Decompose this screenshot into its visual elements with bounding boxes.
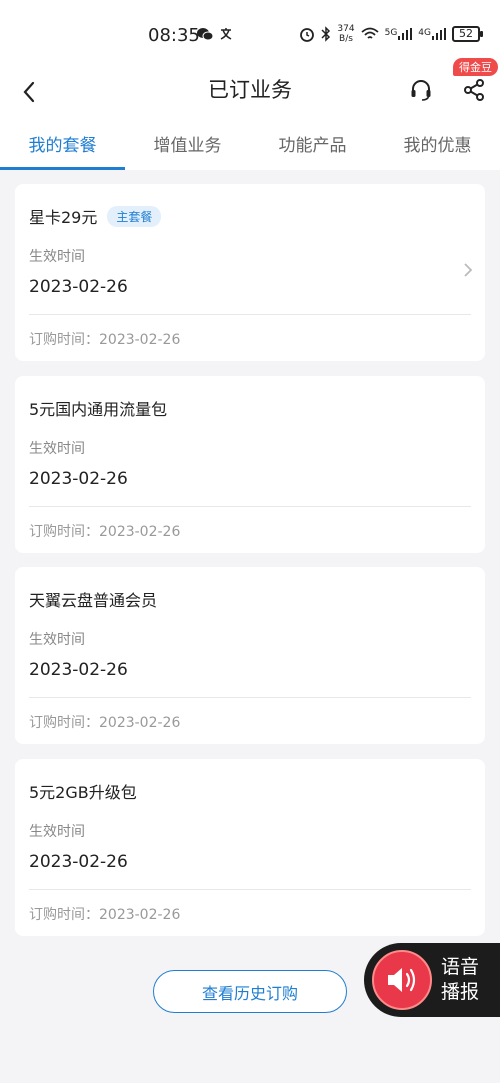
- effective-date: 2023-02-26: [29, 660, 128, 680]
- tab-my-discounts[interactable]: 我的优惠: [375, 122, 500, 170]
- card-title: 5元2GB升级包: [29, 783, 137, 802]
- divider: [29, 697, 471, 698]
- plan-card: 5元2GB升级包 生效时间 2023-02-26 订购时间：2023-02-26: [15, 759, 485, 936]
- order-time: 订购时间：2023-02-26: [29, 524, 181, 540]
- plan-card: 5元国内通用流量包 生效时间 2023-02-26 订购时间：2023-02-2…: [15, 376, 485, 553]
- speaker-icon: [388, 968, 416, 992]
- share-icon: [464, 79, 484, 101]
- effective-label: 生效时间: [29, 824, 85, 840]
- card-title: 星卡29元: [29, 208, 98, 227]
- tab-function-products[interactable]: 功能产品: [250, 122, 375, 170]
- status-bar: 08:35 374 B/s 5G 4G 52: [0, 0, 500, 70]
- share-button[interactable]: [458, 74, 490, 106]
- alarm-icon: [300, 28, 315, 42]
- tab-my-plan[interactable]: 我的套餐: [0, 122, 125, 170]
- translate-icon: [220, 28, 232, 40]
- nav-bar: 已订业务 得金豆: [0, 58, 500, 122]
- customer-service-button[interactable]: [405, 74, 437, 106]
- effective-label: 生效时间: [29, 249, 85, 265]
- view-history-button[interactable]: 查看历史订购: [153, 970, 347, 1013]
- gold-bean-badge[interactable]: 得金豆: [453, 58, 498, 76]
- card-title: 天翼云盘普通会员: [29, 591, 158, 610]
- headset-icon: [411, 80, 431, 101]
- tab-value-added[interactable]: 增值业务: [125, 122, 250, 170]
- order-time: 订购时间：2023-02-26: [29, 715, 181, 731]
- order-time: 订购时间：2023-02-26: [29, 332, 181, 348]
- tab-bar: 我的套餐 增值业务 功能产品 我的优惠: [0, 122, 500, 170]
- chevron-right-icon: [464, 263, 473, 277]
- signal-4g-icon: 4G: [418, 28, 446, 40]
- voice-broadcast-button[interactable]: 语音 播报: [364, 943, 500, 1017]
- card-title: 5元国内通用流量包: [29, 400, 168, 419]
- effective-date: 2023-02-26: [29, 277, 128, 297]
- divider: [29, 889, 471, 890]
- main-plan-tag: 主套餐: [107, 205, 162, 227]
- voice-label-line1: 语音: [441, 956, 480, 978]
- network-speed: 374 B/s: [337, 24, 355, 44]
- bluetooth-icon: [321, 26, 331, 42]
- divider: [29, 506, 471, 507]
- plan-card: 天翼云盘普通会员 生效时间 2023-02-26 订购时间：2023-02-26: [15, 567, 485, 744]
- plan-card[interactable]: 星卡29元 主套餐 生效时间 2023-02-26 订购时间：2023-02-2…: [15, 184, 485, 361]
- divider: [29, 314, 471, 315]
- effective-label: 生效时间: [29, 632, 85, 648]
- wifi-icon: [361, 27, 379, 39]
- voice-circle: [372, 950, 432, 1010]
- battery-icon: 52: [452, 26, 483, 42]
- voice-label-line2: 播报: [441, 981, 480, 1003]
- signal-5g-icon: 5G: [385, 28, 413, 40]
- order-time: 订购时间：2023-02-26: [29, 907, 181, 923]
- effective-date: 2023-02-26: [29, 469, 128, 489]
- effective-label: 生效时间: [29, 441, 85, 457]
- status-time: 08:35: [148, 25, 200, 46]
- effective-date: 2023-02-26: [29, 852, 128, 872]
- wechat-icon: [197, 28, 213, 41]
